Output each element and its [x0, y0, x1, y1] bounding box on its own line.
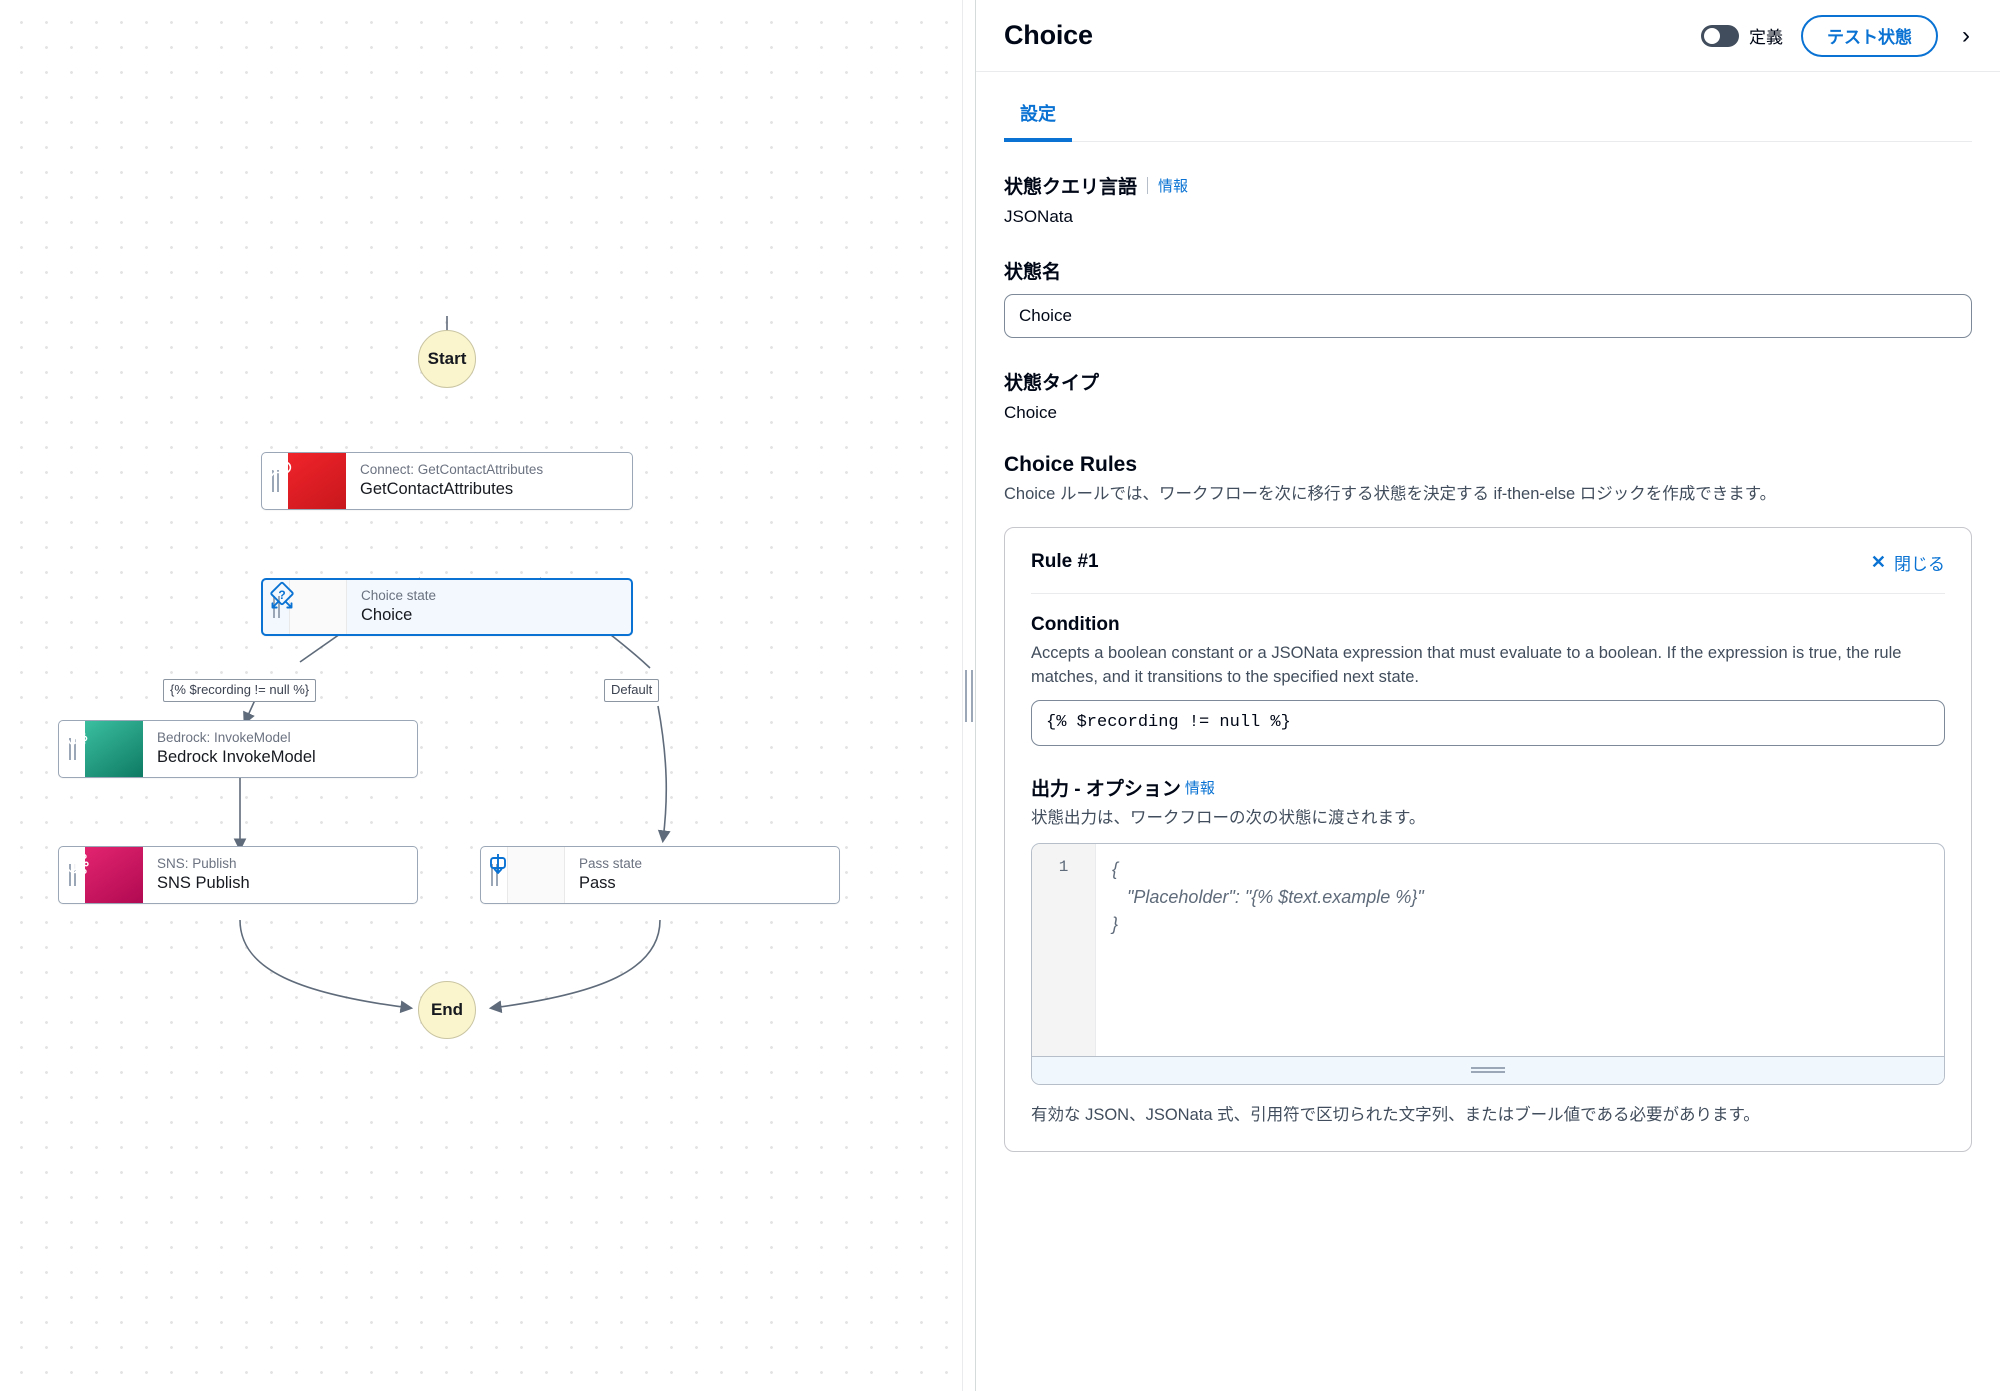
start-node-label: Start — [427, 349, 467, 368]
amazon-sns-icon — [65, 847, 143, 903]
rule-title: Rule #1 — [1031, 551, 1099, 573]
node-text: Pass state Pass — [565, 847, 656, 903]
section-state-name: 状態名 — [1004, 257, 1972, 338]
definition-toggle-group[interactable]: 定義 — [1701, 23, 1783, 48]
node-subtitle: Connect: GetContactAttributes — [360, 461, 544, 477]
splitter-grip-icon[interactable] — [963, 669, 975, 722]
test-state-button[interactable]: テスト状態 — [1801, 14, 1938, 57]
rule-divider — [1031, 592, 1945, 594]
label-divider — [1147, 177, 1149, 194]
code-editor-resize-handle[interactable] — [1032, 1055, 1944, 1084]
node-title: SNS Publish — [157, 873, 250, 892]
condition-description: Accepts a boolean constant or a JSONata … — [1031, 643, 1902, 686]
query-language-value: JSONata — [1004, 207, 1073, 226]
condition-label: Condition — [1031, 613, 1120, 635]
definition-toggle-label: 定義 — [1749, 28, 1783, 47]
edge-label-default: Default — [604, 679, 660, 702]
chevron-right-icon[interactable]: › — [1956, 20, 1976, 52]
output-info-link[interactable]: 情報 — [1185, 777, 1215, 798]
node-subtitle: Choice state — [361, 587, 437, 603]
svg-text:?: ? — [278, 588, 285, 602]
state-node-sns-publish[interactable]: SNS: Publish SNS Publish — [58, 846, 418, 904]
node-title: Choice — [361, 605, 413, 624]
code-placeholder-text[interactable]: { "Placeholder": "{% $text.example %}" } — [1096, 844, 1944, 1056]
panel-header-actions: 定義 テスト状態 › — [1701, 14, 1976, 57]
output-label: 出力 - オプション — [1031, 778, 1181, 800]
output-label-row: 出力 - オプション 情報 — [1031, 774, 1945, 801]
code-editor-main: 1 { "Placeholder": "{% $text.example %}"… — [1032, 843, 1944, 1056]
section-query-language: 状態クエリ言語 情報 JSONata — [1004, 172, 1972, 227]
definition-toggle[interactable] — [1701, 24, 1739, 47]
state-type-value: Choice — [1004, 403, 1057, 422]
amazon-connect-icon — [265, 453, 346, 509]
condition-input[interactable] — [1031, 699, 1945, 746]
tab-settings[interactable]: 設定 — [1004, 90, 1072, 142]
choice-rules-description: Choice ルールでは、ワークフローを次に移行する状態を決定する if-the… — [1004, 485, 1777, 503]
state-node-getcontactattributes[interactable]: Connect: GetContactAttributes GetContact… — [261, 452, 633, 510]
rule-card: Rule #1 ✕ 閉じる Condition Accepts a boolea… — [1004, 526, 1972, 1152]
rule-header: Rule #1 ✕ 閉じる — [1031, 550, 1945, 575]
node-title: Bedrock InvokeModel — [157, 747, 316, 766]
state-name-label: 状態名 — [1004, 262, 1062, 283]
close-x-icon: ✕ — [1870, 551, 1886, 572]
end-node[interactable]: End — [418, 981, 476, 1039]
state-name-input[interactable] — [1004, 294, 1972, 338]
workflow-graph: Start Connect: GetContactAttributes GetC… — [0, 0, 962, 1391]
node-text: Bedrock: InvokeModel Bedrock InvokeModel — [143, 721, 330, 777]
node-title: Pass — [579, 873, 616, 892]
node-text: Choice state Choice — [347, 580, 450, 634]
query-language-label: 状態クエリ言語 — [1004, 177, 1138, 198]
page-title: Choice — [1004, 20, 1093, 50]
rule-close-button[interactable]: ✕ 閉じる — [1871, 550, 1945, 575]
output-hint: 有効な JSON、JSONata 式、引用符で区切られた文字列、またはブール値で… — [1031, 1105, 1760, 1124]
query-language-info-link[interactable]: 情報 — [1158, 175, 1188, 196]
workflow-studio-app: Start Connect: GetContactAttributes GetC… — [0, 0, 2000, 1391]
choice-state-icon: ? — [270, 580, 347, 634]
resize-grip-icon — [1471, 1066, 1505, 1075]
node-title: GetContactAttributes — [360, 479, 514, 498]
end-node-label: End — [430, 1000, 464, 1019]
section-choice-rules: Choice Rules Choice ルールでは、ワークフローを次に移行する状… — [1004, 453, 1972, 1152]
output-code-editor[interactable]: 1 { "Placeholder": "{% $text.example %}"… — [1031, 842, 1945, 1085]
state-node-bedrock-invokemodel[interactable]: Bedrock: InvokeModel Bedrock InvokeModel — [58, 720, 418, 778]
node-text: SNS: Publish SNS Publish — [143, 847, 264, 903]
query-language-label-row: 状態クエリ言語 情報 — [1004, 172, 1972, 199]
edge-label-condition: {% $recording != null %} — [163, 679, 317, 702]
node-subtitle: Bedrock: InvokeModel — [157, 729, 291, 745]
graph-edges — [233, 316, 671, 1014]
toggle-knob — [1704, 27, 1720, 44]
start-node[interactable]: Start — [418, 330, 476, 388]
section-state-type: 状態タイプ Choice — [1004, 368, 1972, 423]
state-config-panel: Choice 定義 テスト状態 › 設定 状態クエリ言語 情報 JSONata … — [976, 0, 2000, 1391]
amazon-bedrock-icon — [65, 721, 143, 777]
code-line-number: 1 — [1032, 843, 1096, 1056]
panel-splitter[interactable] — [962, 0, 976, 1391]
node-subtitle: SNS: Publish — [157, 855, 237, 871]
workflow-canvas[interactable]: Start Connect: GetContactAttributes GetC… — [0, 0, 962, 1391]
node-text: Connect: GetContactAttributes GetContact… — [346, 453, 557, 509]
choice-rules-heading: Choice Rules — [1004, 453, 1138, 476]
state-node-choice[interactable]: ? Choice state Choice — [261, 578, 633, 636]
output-description: 状態出力は、ワークフローの次の状態に渡されます。 — [1031, 808, 1426, 827]
section-output: 出力 - オプション 情報 状態出力は、ワークフローの次の状態に渡されます。 1… — [1031, 774, 1945, 1125]
panel-body: 設定 状態クエリ言語 情報 JSONata 状態名 状態タイプ Choice — [976, 72, 2000, 1391]
node-subtitle: Pass state — [579, 855, 643, 871]
rule-close-label: 閉じる — [1894, 554, 1945, 574]
state-type-label: 状態タイプ — [1004, 373, 1100, 394]
panel-header: Choice 定義 テスト状態 › — [976, 0, 2000, 72]
panel-tabs: 設定 — [1004, 90, 1972, 142]
section-condition: Condition Accepts a boolean constant or … — [1031, 614, 1945, 746]
state-node-pass[interactable]: Pass state Pass — [480, 846, 840, 904]
pass-state-icon — [490, 847, 565, 903]
